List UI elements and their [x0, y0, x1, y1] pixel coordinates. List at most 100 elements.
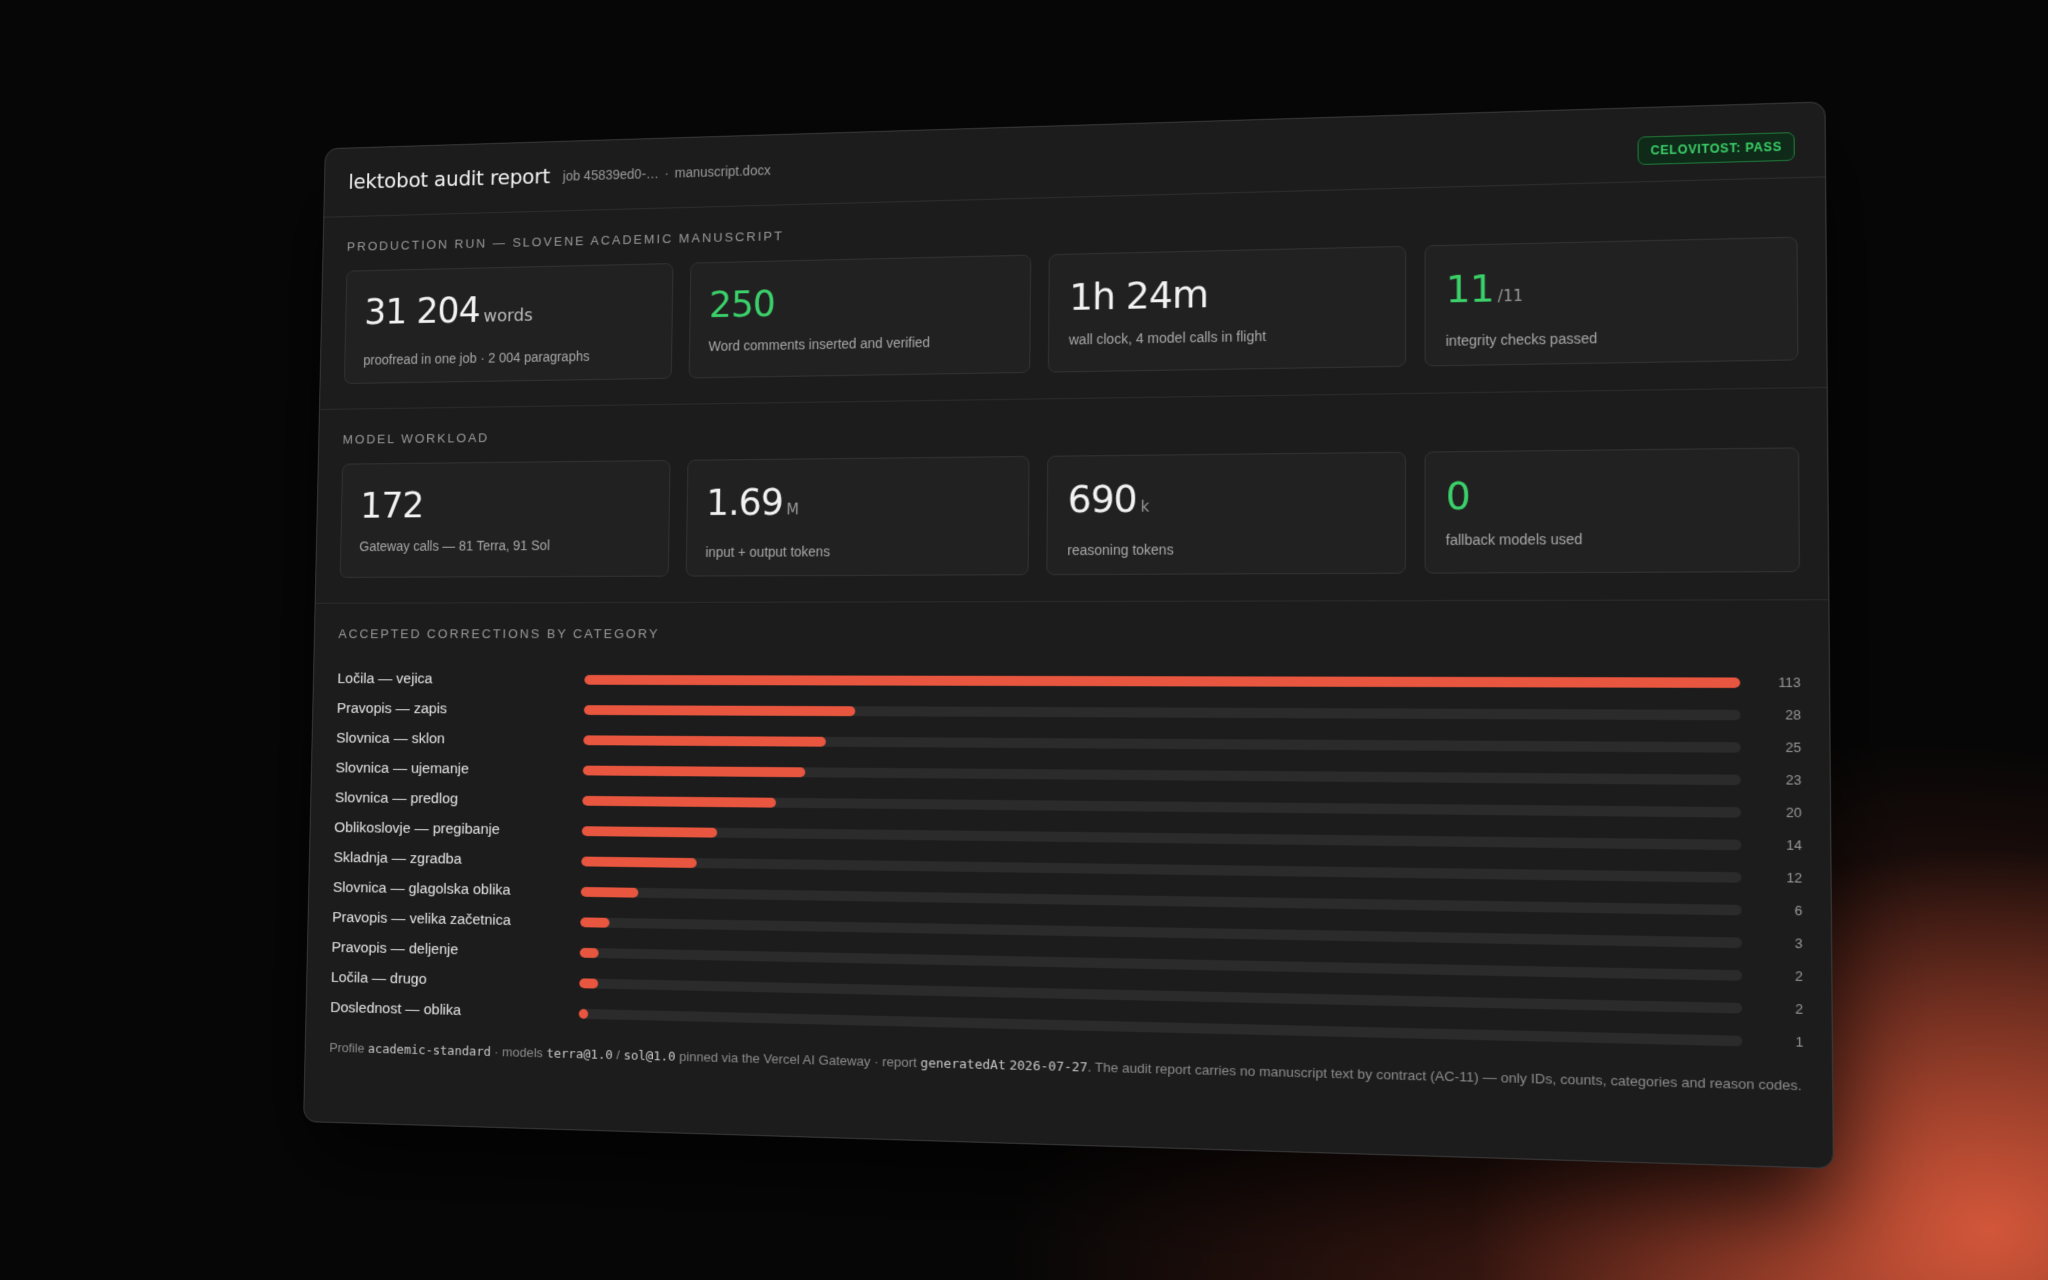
file-name: manuscript.docx [674, 162, 771, 181]
footer-model-b: sol@1.0 [623, 1048, 676, 1065]
correction-count: 2 [1795, 1000, 1804, 1017]
correction-count: 113 [1778, 674, 1801, 691]
correction-category-label: Slovnica — sklon [336, 729, 446, 747]
job-meta-separator: · [664, 165, 670, 181]
correction-count: 23 [1785, 771, 1802, 788]
correction-bar-fill [579, 977, 599, 989]
correction-bar-track [582, 795, 1742, 818]
correction-bar-track [583, 734, 1741, 753]
footer-model-separator: / [616, 1047, 621, 1063]
correction-count: 1 [1795, 1033, 1804, 1050]
production-cards: 31 204 words proofread in one job · 2 004… [343, 236, 1799, 385]
correction-bar-fill [582, 765, 806, 777]
stat-unit: M [786, 500, 800, 519]
correction-category-label: Slovnica — ujemanje [335, 759, 470, 777]
stat-number: 11 [1445, 266, 1494, 312]
workload-cards: 172 Gateway calls — 81 Terra, 91 Sol 1.6… [339, 447, 1800, 578]
footer-generated-date: 2026-07-27 [1009, 1058, 1088, 1076]
stat-value: 31 204 words [364, 286, 653, 340]
footer-models-prefix: · models [494, 1044, 544, 1061]
correction-bar-fill [584, 674, 1741, 688]
correction-count: 25 [1785, 739, 1802, 756]
stat-card-wall-clock: 1h 24m wall clock, 4 model calls in flig… [1047, 245, 1406, 373]
stat-value: 1.69 M [706, 479, 1009, 531]
stat-caption: fallback models used [1445, 530, 1583, 549]
correction-count: 12 [1786, 869, 1803, 886]
correction-category-label: Doslednost — oblika [330, 998, 462, 1019]
correction-count: 14 [1786, 837, 1803, 854]
stat-unit: k [1140, 497, 1150, 516]
footer-generated-key: generatedAt [920, 1056, 1006, 1074]
correction-count: 28 [1785, 706, 1802, 723]
correction-bar-fill [579, 947, 600, 958]
correction-category-label: Skladnja — zgradba [333, 848, 462, 868]
stat-caption: integrity checks passed [1445, 329, 1598, 349]
stat-unit: /11 [1497, 286, 1523, 306]
stat-card-gateway-calls: 172 Gateway calls — 81 Terra, 91 Sol [339, 460, 671, 578]
stat-number: 1h 24m [1068, 272, 1209, 319]
stat-number: 0 [1445, 473, 1470, 519]
stat-caption: input + output tokens [705, 543, 831, 560]
stat-unit: words [483, 305, 533, 327]
correction-category-label: Oblikoslovje — pregibanje [334, 818, 500, 838]
stat-number: 1.69 [705, 480, 784, 524]
stat-value: 172 [359, 483, 650, 527]
correction-bar-track [582, 765, 1741, 785]
stat-card-reasoning-tokens: 690 k reasoning tokens [1046, 451, 1406, 576]
corrections-bar-list: Ločila — vejica 113 Pravopis — zapis 28 Slov… [306, 664, 1832, 1059]
stat-card-tokens: 1.69 M input + output tokens [685, 455, 1030, 577]
stat-number: 31 204 [363, 288, 481, 333]
audit-report-window: lektobot audit report job 45839ed0-… · man… [303, 101, 1834, 1170]
stat-value: 11/11 [1446, 261, 1776, 319]
stat-value: 0 [1445, 471, 1777, 519]
stat-number: 250 [708, 281, 776, 326]
stat-card-comments: 250 Word comments inserted and verified [688, 254, 1032, 379]
correction-bar-fill [580, 886, 639, 898]
correction-category-label: Pravopis — velika začetnica [332, 908, 512, 929]
footer-model-a: terra@1.0 [546, 1046, 613, 1064]
correction-category-label: Pravopis — deljenje [331, 938, 459, 958]
stat-caption: wall clock, 4 model calls in flight [1068, 327, 1267, 348]
corrections-section-label: ACCEPTED CORRECTIONS BY CATEGORY [338, 626, 660, 641]
job-meta: job 45839ed0-… · manuscript.docx [563, 162, 771, 183]
correction-bar-fill [581, 856, 698, 868]
correction-bar-fill [580, 916, 610, 928]
stat-number: 690 [1067, 476, 1137, 522]
stat-caption: Gateway calls — 81 Terra, 91 Sol [359, 537, 551, 554]
correction-category-label: Ločila — vejica [337, 670, 433, 687]
correction-bar-fill [582, 795, 776, 808]
app-title: lektobot audit report [348, 164, 551, 195]
corrections-section: ACCEPTED CORRECTIONS BY CATEGORY [314, 600, 1829, 666]
correction-bar-track [581, 825, 1742, 850]
footer-pinned-text: pinned via the Vercel AI Gateway · repor… [679, 1048, 917, 1071]
correction-bar-fill [581, 825, 717, 838]
workload-section: MODEL WORKLOAD 172 Gateway calls — 81 Te… [316, 388, 1828, 578]
footer-contract-text: . The audit report carries no manuscript… [1087, 1059, 1802, 1094]
correction-bar-fill [578, 1008, 589, 1019]
footer-profile-prefix: Profile [329, 1040, 365, 1056]
correction-bar-track [583, 704, 1741, 720]
stat-card-integrity: 11/11 integrity checks passed [1424, 236, 1799, 367]
correction-count: 6 [1794, 902, 1803, 919]
job-id: job 45839ed0-… [562, 165, 660, 184]
stat-caption: Word comments inserted and verified [708, 334, 931, 354]
stat-card-fallback-models: 0 fallback models used [1424, 447, 1800, 574]
stat-card-words: 31 204 words proofread in one job · 2 004… [343, 263, 674, 385]
correction-category-label: Ločila — drugo [330, 968, 427, 988]
stat-value: 250 [708, 278, 1011, 326]
correction-bar-fill [583, 704, 856, 716]
correction-category-label: Slovnica — predlog [334, 789, 459, 807]
stat-value: 690 k [1067, 475, 1383, 528]
correction-bar-fill [583, 734, 826, 747]
correction-bar-track [584, 674, 1741, 688]
stat-caption: proofread in one job · 2 004 paragraphs [363, 348, 590, 368]
correction-category-label: Pravopis — zapis [336, 699, 448, 717]
stat-value: 1h 24m [1068, 269, 1384, 319]
footer-profile: academic-standard [367, 1041, 492, 1060]
correction-category-label: Slovnica — glagolska oblika [332, 878, 511, 899]
stage: lektobot audit report job 45839ed0-… · man… [0, 0, 2048, 1280]
workload-section-label: MODEL WORKLOAD [342, 430, 490, 447]
stat-caption: reasoning tokens [1067, 541, 1174, 559]
correction-count: 2 [1794, 968, 1803, 985]
stat-number: 172 [359, 483, 424, 527]
